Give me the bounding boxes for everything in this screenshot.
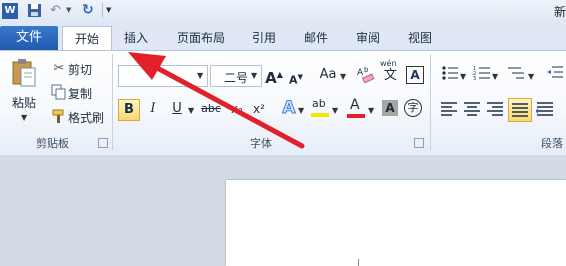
annotation-arrow [128,52,305,149]
